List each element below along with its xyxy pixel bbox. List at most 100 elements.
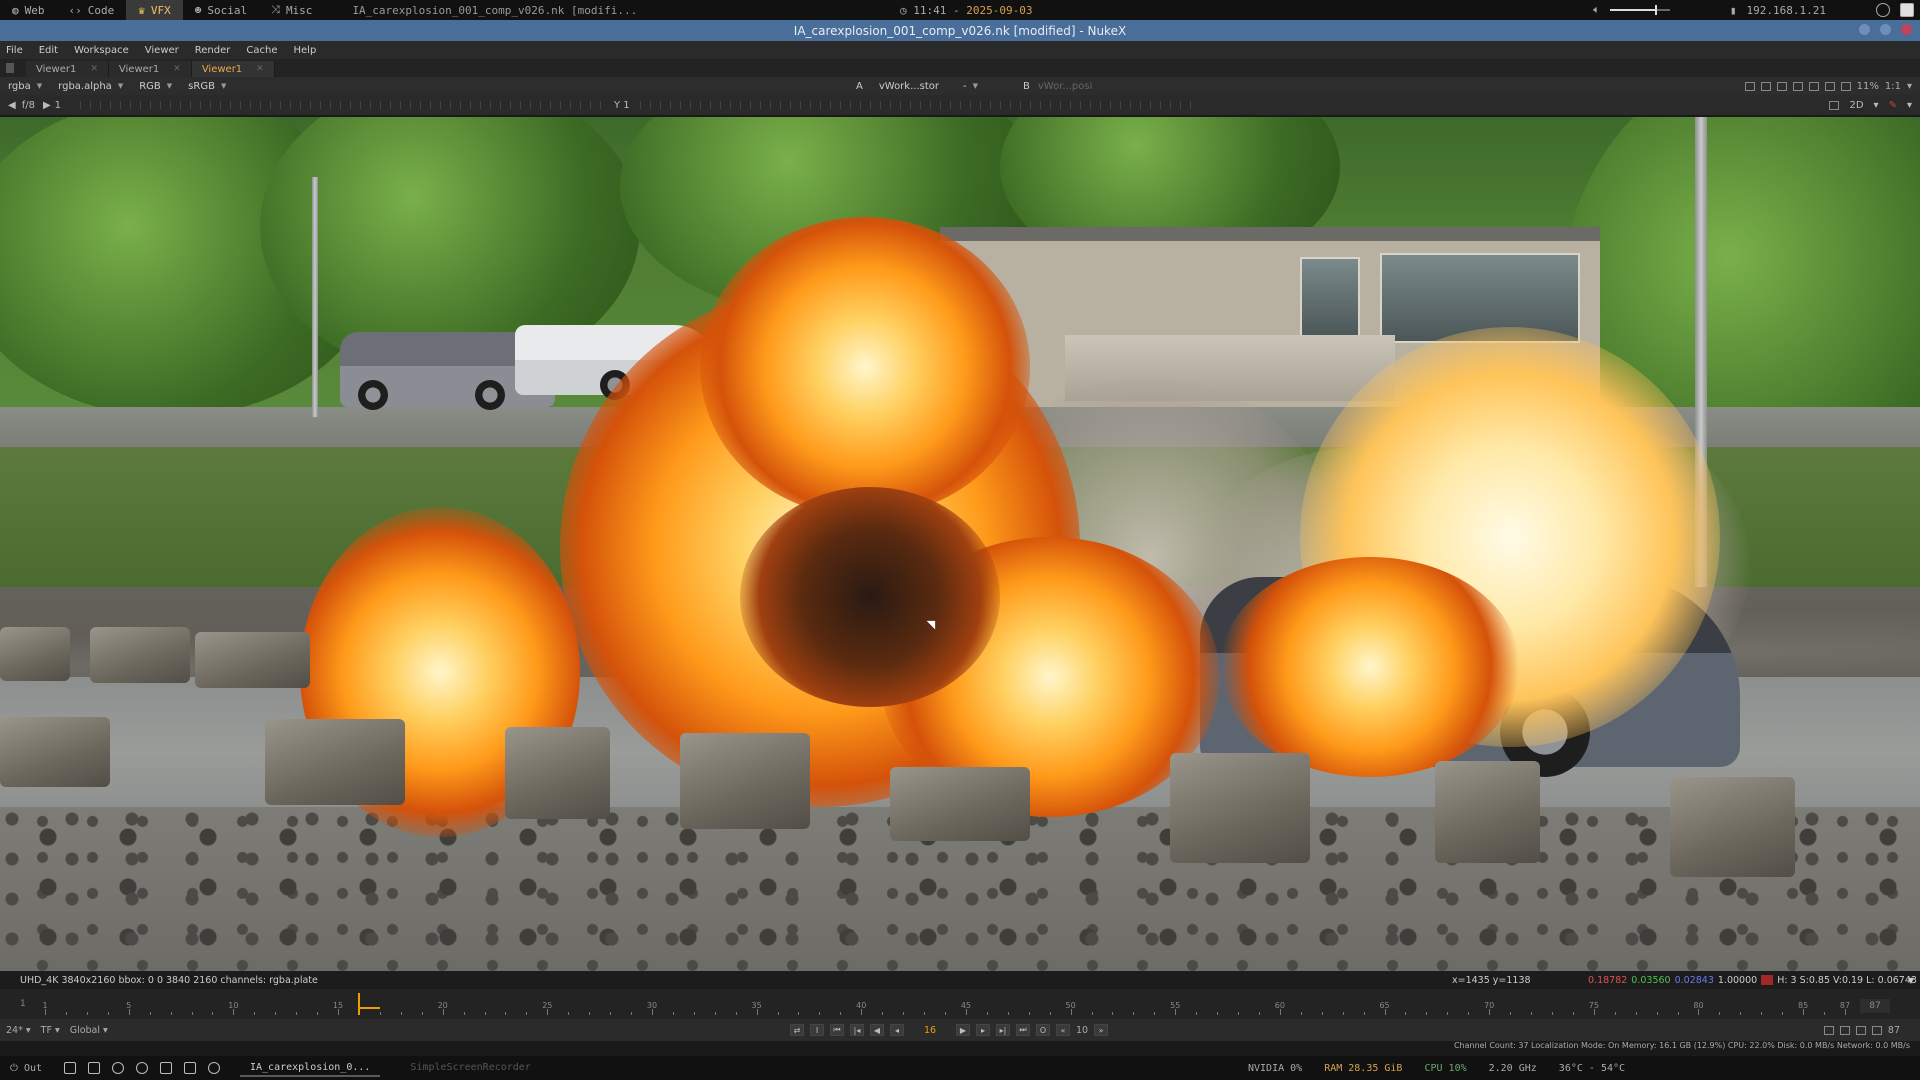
nuke-icon[interactable] — [160, 1062, 172, 1074]
skip-back-button[interactable]: « — [1056, 1024, 1070, 1036]
viewer-canvas[interactable] — [0, 117, 1920, 971]
menu-render[interactable]: Render — [195, 45, 231, 56]
first-frame-button[interactable]: ⏮ — [830, 1024, 844, 1036]
menu-help[interactable]: Help — [294, 45, 317, 56]
prev-keyframe-button[interactable]: |◂ — [850, 1024, 864, 1036]
b-input-dropdown[interactable]: vWor...posi — [1038, 81, 1093, 92]
loop-mode-button[interactable]: ⇄ — [790, 1024, 804, 1036]
whatsapp-tray-icon[interactable] — [1876, 3, 1890, 17]
close-tab-icon[interactable]: ✕ — [173, 64, 181, 74]
play-back-icon[interactable]: ◀ — [8, 100, 16, 111]
close-button[interactable] — [1901, 24, 1912, 35]
zoom-ratio[interactable]: 1:1 — [1885, 81, 1901, 92]
playhead[interactable] — [358, 993, 360, 1015]
chevron-down-icon[interactable]: ▾ — [1907, 100, 1912, 111]
menu-viewer[interactable]: Viewer — [145, 45, 179, 56]
pause-icon[interactable] — [1840, 81, 1851, 91]
tab-viewer1[interactable]: Viewer1 ✕ — [26, 61, 109, 77]
tab-viewer1-active[interactable]: Viewer1 ✕ — [191, 61, 275, 77]
timeline-tick — [1510, 1012, 1512, 1015]
safe-area-icon[interactable] — [1792, 81, 1803, 91]
paint-icon[interactable]: ✎ — [1889, 100, 1897, 111]
tf-dropdown[interactable]: TF ▾ — [41, 1025, 60, 1036]
play-backward-button[interactable]: ◀ — [870, 1024, 884, 1036]
terminal-icon[interactable] — [88, 1062, 100, 1074]
volume-slider[interactable] — [1609, 5, 1670, 15]
skip-forward-button[interactable]: » — [1094, 1024, 1109, 1036]
spotify-icon[interactable] — [112, 1062, 124, 1074]
close-tab-icon[interactable]: ✕ — [256, 64, 264, 74]
workspace-web[interactable]: ◍ Web — [0, 0, 57, 20]
maximize-button[interactable] — [1880, 24, 1891, 35]
a-input-dropdown[interactable]: vWork...stor — [871, 81, 947, 92]
out-point-button[interactable]: O — [1036, 1024, 1050, 1036]
fullscreen-icon[interactable] — [1829, 100, 1840, 110]
blender-icon[interactable] — [208, 1062, 220, 1074]
timeline-tick — [1656, 1012, 1658, 1015]
export-icon[interactable] — [1871, 1025, 1882, 1035]
timeline-start[interactable]: 1 — [20, 999, 26, 1009]
logout-button[interactable]: ⏻ Out — [0, 1063, 52, 1074]
channels-dropdown[interactable]: rgba ▼ — [0, 81, 50, 92]
lock-icon[interactable] — [1855, 1025, 1866, 1035]
chevron-down-icon[interactable]: ▾ — [1874, 100, 1879, 111]
tab-viewer1[interactable]: Viewer1 ✕ — [108, 61, 192, 77]
volume-knob[interactable] — [1654, 5, 1657, 15]
end-frame-field[interactable]: 87 — [1888, 1025, 1900, 1036]
task-screenrecorder[interactable]: SimpleScreenRecorder — [400, 1059, 540, 1077]
volume-icon[interactable]: 🔈︎ — [1593, 3, 1600, 17]
workspace-code[interactable]: ‹› Code — [57, 0, 127, 20]
lut-icon[interactable] — [1808, 81, 1819, 91]
pane-grip-icon[interactable] — [6, 63, 14, 73]
menu-cache[interactable]: Cache — [246, 45, 277, 56]
current-frame-field[interactable]: 16 — [910, 1025, 950, 1036]
minimize-button[interactable] — [1859, 24, 1870, 35]
gamma-field[interactable]: Y 1 — [610, 99, 634, 111]
flipbook-icon[interactable] — [1823, 1025, 1834, 1035]
colorspace-dropdown[interactable]: sRGB ▼ — [180, 81, 234, 92]
menu-edit[interactable]: Edit — [39, 45, 58, 56]
step-forward-button[interactable]: ▸ — [976, 1024, 990, 1036]
menu-workspace[interactable]: Workspace — [74, 45, 129, 56]
overlay-icon[interactable] — [1776, 81, 1787, 91]
grid-icon[interactable] — [184, 1062, 196, 1074]
workspace-social[interactable]: ☻ Social — [183, 0, 259, 20]
timeline-ticks[interactable]: 1 5 10 15 20 25 30 35 40 45 50 55 60 65 70 75 80 85 87 — [42, 1001, 1850, 1017]
view-mode[interactable]: 2D — [1849, 100, 1863, 111]
vfx-icon: ♛ — [138, 3, 145, 17]
step-back-button[interactable]: ◂ — [890, 1024, 904, 1036]
scope-dropdown[interactable]: Global ▾ — [70, 1025, 108, 1036]
monitor-out-icon[interactable] — [1839, 1025, 1850, 1035]
in-point-button[interactable]: I — [810, 1024, 824, 1036]
display-dropdown[interactable]: RGB ▼ — [131, 81, 180, 92]
timeline-tick-label: 70 — [1484, 1001, 1495, 1010]
task-nuke[interactable]: IA_carexplosion_0... — [240, 1059, 381, 1077]
chevron-down-icon[interactable]: ▾ — [1907, 81, 1912, 92]
play-forward-icon[interactable]: ▶ — [43, 100, 51, 111]
proxy-label[interactable]: f/8 — [22, 100, 35, 111]
roi-icon[interactable] — [1744, 81, 1755, 91]
clip-warning-icon[interactable] — [1760, 81, 1771, 91]
next-keyframe-button[interactable]: ▸| — [996, 1024, 1010, 1036]
alpha-dropdown[interactable]: rgba.alpha ▼ — [50, 81, 131, 92]
last-frame-button[interactable]: ⏭ — [1016, 1024, 1030, 1036]
workspace-misc[interactable]: ⤨ Misc — [259, 0, 324, 20]
chevron-down-icon[interactable]: ▼ — [1908, 976, 1914, 985]
play-forward-button[interactable]: ▶ — [956, 1024, 970, 1036]
whatsapp-icon[interactable] — [136, 1062, 148, 1074]
increment-field[interactable]: 10 — [1076, 1025, 1088, 1036]
files-icon[interactable] — [64, 1062, 76, 1074]
fps-dropdown[interactable]: 24* ▾ — [6, 1025, 31, 1036]
workspace-vfx[interactable]: ♛ VFX — [126, 0, 183, 20]
menu-file[interactable]: File — [6, 45, 23, 56]
refresh-icon[interactable] — [1824, 81, 1835, 91]
zoom-percent[interactable]: 11% — [1857, 81, 1879, 92]
wipe-op-dropdown[interactable]: - ▼ — [955, 81, 1015, 92]
focused-window-title[interactable]: IA_carexplosion_001_comp_v026.nk [modifi… — [324, 4, 637, 17]
frame-left-value[interactable]: 1 — [55, 100, 61, 111]
clock[interactable]: ◷ 11:41 - 2025-09-03 — [900, 4, 1032, 17]
screenshot-tray-icon[interactable] — [1900, 3, 1914, 17]
gain-ruler[interactable] — [80, 101, 1200, 109]
close-tab-icon[interactable]: ✕ — [90, 64, 98, 74]
timeline-end[interactable]: 87 — [1860, 999, 1890, 1013]
